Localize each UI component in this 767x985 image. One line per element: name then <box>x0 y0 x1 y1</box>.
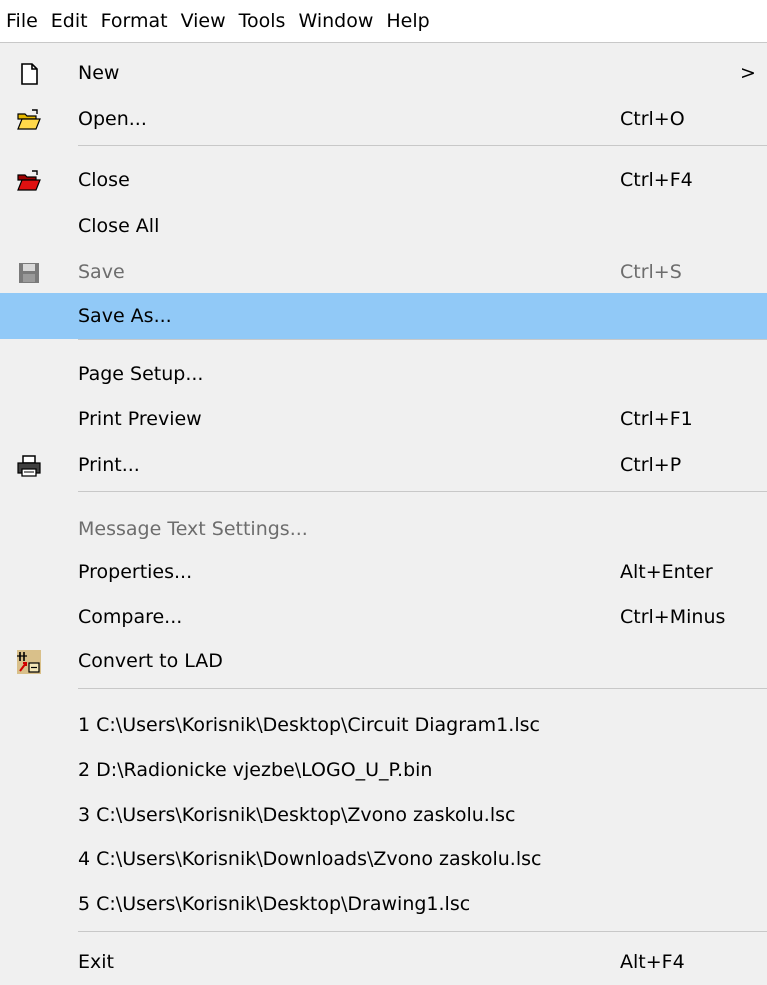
menu-item-label: Exit <box>78 951 114 973</box>
open-folder-icon <box>17 109 41 130</box>
menu-separator <box>78 145 767 146</box>
shortcut-label: Ctrl+F1 <box>620 408 693 430</box>
recent-file-item[interactable]: 1 C:\Users\Korisnik\Desktop\Circuit Diag… <box>0 702 767 748</box>
recent-file-item[interactable]: 3 C:\Users\Korisnik\Desktop\Zvono zaskol… <box>0 792 767 838</box>
menu-item-label: Close <box>78 169 130 191</box>
menu-item-print-preview[interactable]: Print Preview Ctrl+F1 <box>0 396 767 442</box>
menu-item-label: Compare... <box>78 606 183 628</box>
menu-item-label: Page Setup... <box>78 363 204 385</box>
save-disk-icon <box>19 263 39 283</box>
menu-separator <box>78 688 767 689</box>
recent-file-label: 3 C:\Users\Korisnik\Desktop\Zvono zaskol… <box>78 804 516 826</box>
menu-item-page-setup[interactable]: Page Setup... <box>0 351 767 397</box>
recent-file-item[interactable]: 5 C:\Users\Korisnik\Desktop\Drawing1.lsc <box>0 881 767 927</box>
menu-item-label: Print Preview <box>78 408 202 430</box>
menu-item-save[interactable]: Save Ctrl+S <box>0 249 767 295</box>
recent-file-label: 5 C:\Users\Korisnik\Desktop\Drawing1.lsc <box>78 893 471 915</box>
shortcut-label: Ctrl+P <box>620 454 682 476</box>
menubar-format[interactable]: Format <box>94 0 174 42</box>
menubar-view[interactable]: View <box>174 0 232 42</box>
menu-item-new[interactable]: New > <box>0 50 767 96</box>
menu-item-label: Convert to LAD <box>78 650 223 672</box>
menubar-tools[interactable]: Tools <box>232 0 292 42</box>
menu-item-close-all[interactable]: Close All <box>0 203 767 249</box>
shortcut-label: Ctrl+Minus <box>620 606 726 628</box>
menu-item-label: Message Text Settings... <box>78 518 308 540</box>
menu-item-label: Print... <box>78 454 140 476</box>
submenu-arrow-icon: > <box>740 62 756 84</box>
menubar-window[interactable]: Window <box>291 0 379 42</box>
recent-file-item[interactable]: 2 D:\Radionicke vjezbe\LOGO_U_P.bin <box>0 747 767 793</box>
menubar-edit[interactable]: Edit <box>44 0 94 42</box>
menu-bar: File Edit Format View Tools Window Help <box>0 0 767 42</box>
shortcut-label: Alt+F4 <box>620 951 685 973</box>
menu-item-label: Save <box>78 261 125 283</box>
menubar-file[interactable]: File <box>0 0 44 42</box>
printer-icon <box>17 455 41 477</box>
new-document-icon <box>21 63 38 85</box>
menu-item-print[interactable]: Print... Ctrl+P <box>0 442 767 488</box>
menu-separator <box>78 339 767 340</box>
shortcut-label: Ctrl+F4 <box>620 169 693 191</box>
recent-file-item[interactable]: 4 C:\Users\Korisnik\Downloads\Zvono zask… <box>0 836 767 882</box>
menu-item-label: Open... <box>78 108 147 130</box>
recent-file-label: 2 D:\Radionicke vjezbe\LOGO_U_P.bin <box>78 759 433 781</box>
recent-file-label: 1 C:\Users\Korisnik\Desktop\Circuit Diag… <box>78 714 540 736</box>
menu-item-save-as[interactable]: Save As... <box>0 293 767 339</box>
close-folder-icon <box>17 170 41 191</box>
convert-lad-icon <box>17 650 41 674</box>
menu-separator <box>78 491 767 492</box>
menubar-help[interactable]: Help <box>379 0 435 42</box>
menu-item-close[interactable]: Close Ctrl+F4 <box>0 157 767 203</box>
menu-item-properties[interactable]: Properties... Alt+Enter <box>0 549 767 595</box>
menu-item-label: Save As... <box>78 305 172 327</box>
shortcut-label: Alt+Enter <box>620 561 713 583</box>
recent-file-label: 4 C:\Users\Korisnik\Downloads\Zvono zask… <box>78 848 542 870</box>
menu-item-message-text-settings[interactable]: Message Text Settings... <box>0 506 767 552</box>
menu-item-label: Close All <box>78 215 160 237</box>
file-menu-dropdown: New > Open... Ctrl+O Close Ctrl+F4 Close… <box>0 43 767 981</box>
menu-item-label: New <box>78 62 120 84</box>
shortcut-label: Ctrl+O <box>620 108 685 130</box>
menu-separator <box>78 931 767 932</box>
menu-item-label: Properties... <box>78 561 193 583</box>
menu-item-exit[interactable]: Exit Alt+F4 <box>0 939 767 985</box>
menu-item-open[interactable]: Open... Ctrl+O <box>0 96 767 142</box>
shortcut-label: Ctrl+S <box>620 261 682 283</box>
menu-item-compare[interactable]: Compare... Ctrl+Minus <box>0 594 767 640</box>
menu-item-convert-to-lad[interactable]: Convert to LAD <box>0 638 767 684</box>
